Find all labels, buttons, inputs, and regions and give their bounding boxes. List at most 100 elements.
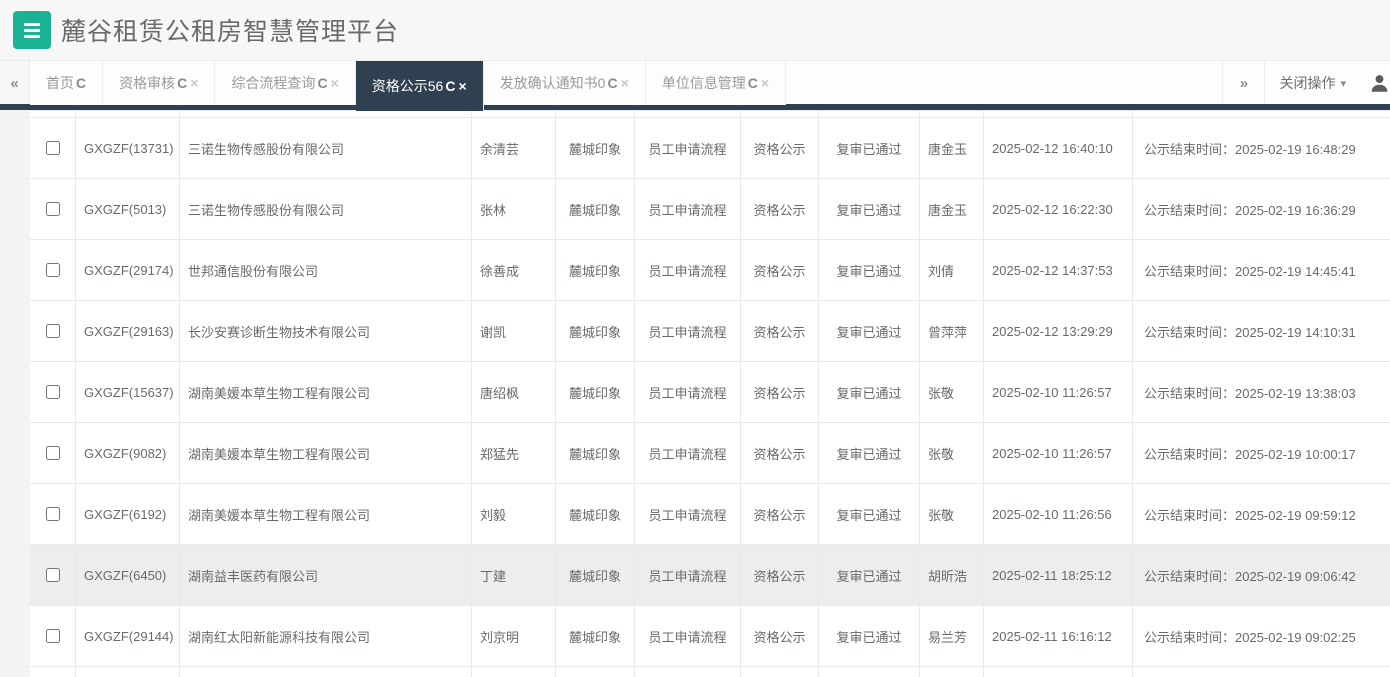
review-status-cell: 复审已通过 bbox=[819, 545, 920, 605]
tabs-scroll-right-button[interactable]: » bbox=[1222, 61, 1264, 105]
project-name-cell: 麓城印象 bbox=[556, 606, 635, 666]
close-icon[interactable]: × bbox=[621, 75, 629, 91]
review-time-cell: 2025-02-11 18:25:12 bbox=[984, 545, 1133, 605]
company-name-cell: 三诺生物传感股份有限公司 bbox=[180, 179, 472, 239]
refresh-icon[interactable]: C bbox=[317, 75, 327, 91]
close-icon[interactable]: × bbox=[190, 75, 198, 91]
table-row[interactable]: GXGZF(6450) 湖南益丰医药有限公司 丁建 麓城印象 员工申请流程 资格… bbox=[30, 545, 1390, 606]
caret-down-icon: ▾ bbox=[1340, 77, 1346, 90]
project-name-cell: 麓城印象 bbox=[556, 179, 635, 239]
close-operations-dropdown[interactable]: 关闭操作 ▾ bbox=[1264, 61, 1360, 105]
application-id-cell: GXGZF(29174) bbox=[76, 240, 180, 300]
reviewer-name-cell: 唐金玉 bbox=[920, 179, 984, 239]
row-checkbox[interactable] bbox=[46, 568, 60, 582]
collapsed-sidebar bbox=[0, 110, 30, 677]
review-time-cell: 2025-02-12 14:37:53 bbox=[984, 240, 1133, 300]
close-icon[interactable]: × bbox=[331, 75, 339, 91]
project-name-cell: 麓城印象 bbox=[556, 484, 635, 544]
project-name-cell: 麓城印象 bbox=[556, 362, 635, 422]
row-checkbox[interactable] bbox=[46, 446, 60, 460]
table-row[interactable]: GXGZF(29174) 世邦通信股份有限公司 徐善成 麓城印象 员工申请流程 … bbox=[30, 240, 1390, 301]
tab-5[interactable]: 发放确认通知书0 C × bbox=[484, 61, 646, 105]
tab-label: 综合流程查询 bbox=[231, 73, 315, 93]
applicant-name-cell: 谢凯 bbox=[472, 301, 556, 361]
review-status-cell: 复审已通过 bbox=[819, 118, 920, 178]
publicity-end-time-cell: 公示结束时间：2025-02-19 09:06:42 bbox=[1133, 545, 1390, 605]
flow-type-cell: 员工申请流程 bbox=[635, 545, 741, 605]
reviewer-name-cell: 刘倩 bbox=[920, 240, 984, 300]
application-id-cell: GXGZF(29144) bbox=[76, 606, 180, 666]
reviewer-name-cell: 张敬 bbox=[920, 484, 984, 544]
application-id-cell: GXGZF(5013) bbox=[76, 179, 180, 239]
tab-6[interactable]: 单位信息管理 C × bbox=[646, 61, 786, 105]
tab-4[interactable]: 资格公示56 C × bbox=[356, 61, 484, 111]
refresh-icon[interactable]: C bbox=[177, 75, 187, 91]
menu-toggle-button[interactable] bbox=[13, 11, 51, 49]
double-chevron-right-icon: » bbox=[1240, 75, 1248, 92]
review-status-cell: 复审已通过 bbox=[819, 484, 920, 544]
project-name-cell: 麓城印象 bbox=[556, 423, 635, 483]
tab-bar: « 首页 C 资格审核 C × 综合流程查询 C × 资格公示56 C × 发放… bbox=[0, 60, 1390, 110]
flow-type-cell: 员工申请流程 bbox=[635, 484, 741, 544]
company-name-cell: 湖南美媛本草生物工程有限公司 bbox=[180, 362, 472, 422]
stage-cell: 资格公示 bbox=[741, 606, 819, 666]
table-row[interactable]: GXGZF(5013) 三诺生物传感股份有限公司 张林 麓城印象 员工申请流程 … bbox=[30, 179, 1390, 240]
tab-label: 发放确认通知书0 bbox=[500, 73, 606, 93]
table-row[interactable]: GXGZF(6192) 湖南美媛本草生物工程有限公司 刘毅 麓城印象 员工申请流… bbox=[30, 484, 1390, 545]
project-name-cell: 麓城印象 bbox=[556, 545, 635, 605]
row-checkbox[interactable] bbox=[46, 141, 60, 155]
applicant-name-cell: 郑猛先 bbox=[472, 423, 556, 483]
review-status-cell: 复审已通过 bbox=[819, 423, 920, 483]
tab-3[interactable]: 综合流程查询 C × bbox=[215, 61, 355, 105]
table-row[interactable]: GXGZF(9082) 湖南美媛本草生物工程有限公司 郑猛先 麓城印象 员工申请… bbox=[30, 423, 1390, 484]
refresh-icon[interactable]: C bbox=[607, 75, 617, 91]
close-icon[interactable]: × bbox=[761, 75, 769, 91]
review-time-cell: 2025-02-11 16:16:12 bbox=[984, 606, 1133, 666]
close-icon[interactable]: × bbox=[458, 78, 466, 94]
tab-1[interactable]: 首页 C bbox=[30, 61, 103, 105]
flow-type-cell: 员工申请流程 bbox=[635, 179, 741, 239]
applicant-name-cell: 刘京明 bbox=[472, 606, 556, 666]
publicity-end-time-cell: 公示结束时间：2025-02-19 13:38:03 bbox=[1133, 362, 1390, 422]
company-name-cell: 湖南美媛本草生物工程有限公司 bbox=[180, 423, 472, 483]
publicity-end-time-cell: 公示结束时间：2025-02-19 16:48:29 bbox=[1133, 118, 1390, 178]
company-name-cell: 三诺生物传感股份有限公司 bbox=[180, 118, 472, 178]
application-id-cell: GXGZF(6450) bbox=[76, 545, 180, 605]
row-checkbox[interactable] bbox=[46, 263, 60, 277]
partial-row-bottom bbox=[30, 667, 1390, 677]
row-checkbox[interactable] bbox=[46, 507, 60, 521]
hamburger-icon bbox=[24, 20, 40, 41]
review-status-cell: 复审已通过 bbox=[819, 301, 920, 361]
tab-label: 资格审核 bbox=[119, 73, 175, 93]
partial-row-top bbox=[30, 110, 1390, 118]
row-checkbox[interactable] bbox=[46, 629, 60, 643]
company-name-cell: 湖南益丰医药有限公司 bbox=[180, 545, 472, 605]
table-row[interactable]: GXGZF(13731) 三诺生物传感股份有限公司 余清芸 麓城印象 员工申请流… bbox=[30, 118, 1390, 179]
table-row[interactable]: GXGZF(29163) 长沙安赛诊断生物技术有限公司 谢凯 麓城印象 员工申请… bbox=[30, 301, 1390, 362]
flow-type-cell: 员工申请流程 bbox=[635, 118, 741, 178]
row-checkbox[interactable] bbox=[46, 202, 60, 216]
row-checkbox[interactable] bbox=[46, 385, 60, 399]
tab-2[interactable]: 资格审核 C × bbox=[103, 61, 215, 105]
refresh-icon[interactable]: C bbox=[748, 75, 758, 91]
refresh-icon[interactable]: C bbox=[76, 75, 86, 91]
publicity-end-time-cell: 公示结束时间：2025-02-19 16:36:29 bbox=[1133, 179, 1390, 239]
close-operations-label: 关闭操作 bbox=[1279, 73, 1335, 93]
user-menu-button[interactable] bbox=[1360, 61, 1390, 105]
application-id-cell: GXGZF(9082) bbox=[76, 423, 180, 483]
stage-cell: 资格公示 bbox=[741, 484, 819, 544]
company-name-cell: 湖南红太阳新能源科技有限公司 bbox=[180, 606, 472, 666]
applicant-name-cell: 丁建 bbox=[472, 545, 556, 605]
table-row[interactable]: GXGZF(29144) 湖南红太阳新能源科技有限公司 刘京明 麓城印象 员工申… bbox=[30, 606, 1390, 667]
stage-cell: 资格公示 bbox=[741, 423, 819, 483]
review-time-cell: 2025-02-10 11:26:57 bbox=[984, 423, 1133, 483]
review-status-cell: 复审已通过 bbox=[819, 179, 920, 239]
stage-cell: 资格公示 bbox=[741, 179, 819, 239]
row-checkbox[interactable] bbox=[46, 324, 60, 338]
publicity-end-time-cell: 公示结束时间：2025-02-19 14:45:41 bbox=[1133, 240, 1390, 300]
flow-type-cell: 员工申请流程 bbox=[635, 423, 741, 483]
app-title: 麓谷租赁公租房智慧管理平台 bbox=[61, 12, 399, 48]
refresh-icon[interactable]: C bbox=[445, 78, 455, 94]
table-row[interactable]: GXGZF(15637) 湖南美媛本草生物工程有限公司 唐绍枫 麓城印象 员工申… bbox=[30, 362, 1390, 423]
tabs-scroll-left-button[interactable]: « bbox=[0, 61, 30, 105]
